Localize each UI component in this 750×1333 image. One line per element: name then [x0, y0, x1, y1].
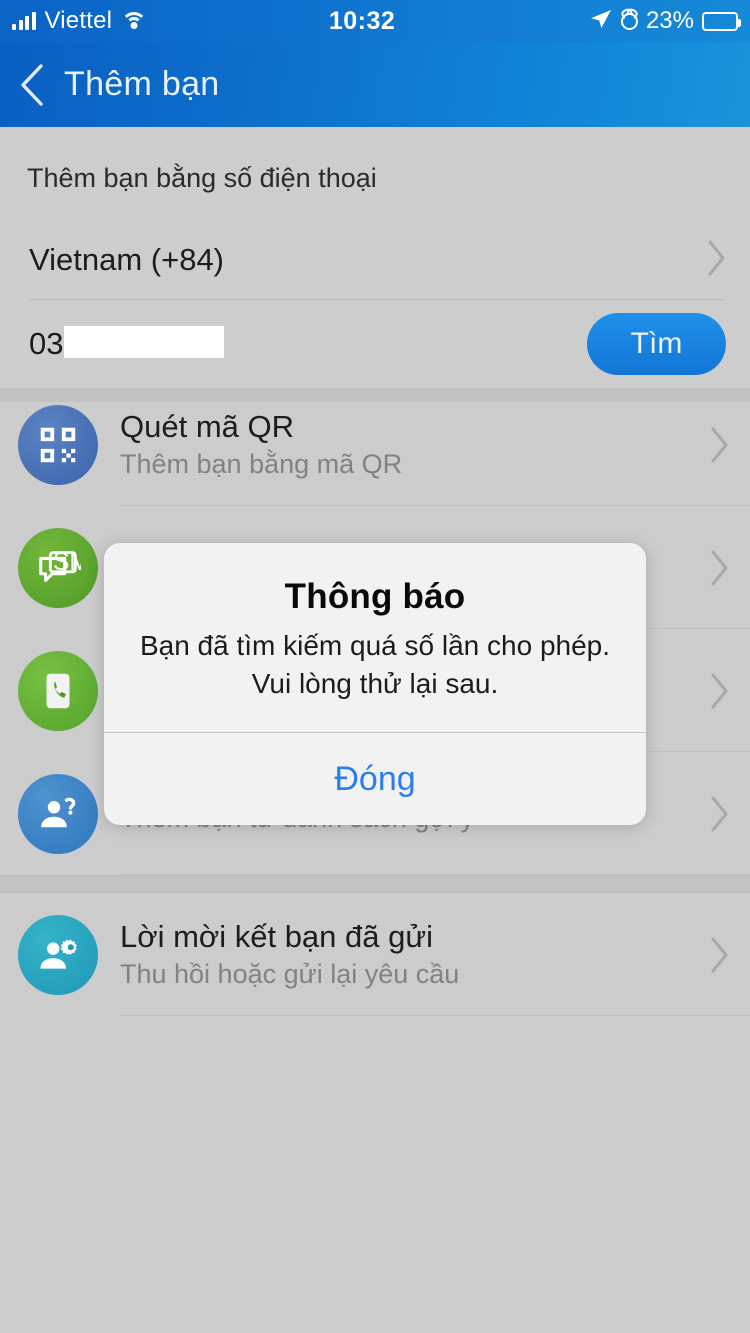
signal-bars-icon [12, 12, 36, 30]
add-by-phone-panel: Thêm bạn bằng số điện thoại Vietnam (+84… [0, 127, 750, 402]
list-item-subtitle: Thu hồi hoặc gửi lại yêu cầu [120, 959, 460, 989]
chevron-right-icon [690, 426, 750, 464]
carrier-label: Viettel [44, 7, 113, 34]
row-divider [29, 299, 724, 300]
list-item[interactable]: Lời mời kết bạn đã gửi Thu hồi hoặc gửi … [0, 893, 750, 1016]
svg-text:SMS: SMS [53, 547, 81, 575]
alert-dialog-body: Thông báo Bạn đã tìm kiếm quá số lần cho… [104, 543, 646, 732]
status-bar-left: Viettel [0, 7, 148, 35]
phone-prefix-text: 03 [29, 326, 64, 361]
alert-dialog-message: Bạn đã tìm kiếm quá số lần cho phép. Vui… [138, 627, 612, 702]
chevron-right-icon [690, 936, 750, 974]
list-item-text: Lời mời kết bạn đã gửi Thu hồi hoặc gửi … [120, 921, 690, 988]
close-dialog-button[interactable]: Đóng [104, 733, 646, 825]
alert-message-line-2: Vui lòng thử lại sau. [251, 667, 499, 699]
redaction-overlay [64, 326, 225, 358]
battery-percent-label: 23% [645, 7, 694, 34]
qr-code-icon [18, 404, 98, 485]
back-button[interactable] [0, 62, 64, 108]
list-item-title: Lời mời kết bạn đã gửi [120, 919, 433, 954]
status-bar-clock: 10:32 [328, 6, 396, 35]
phone-input-row: 03 Tìm [0, 300, 750, 388]
list-item-text: Quét mã QR Thêm bạn bằng mã QR [120, 411, 690, 478]
phone-number-input[interactable]: 03 [29, 326, 225, 362]
alert-dialog-title: Thông báo [284, 577, 466, 616]
person-question-icon [18, 773, 98, 854]
chevron-right-icon [690, 672, 750, 710]
location-arrow-icon [589, 7, 613, 36]
page-title: Thêm bạn [64, 65, 220, 103]
alert-dialog: Thông báo Bạn đã tìm kiếm quá số lần cho… [104, 543, 646, 826]
chevron-right-icon [690, 549, 750, 587]
chevron-right-icon [690, 795, 750, 833]
status-bar-right: 23% [589, 7, 750, 36]
panel-heading: Thêm bạn bằng số điện thoại [27, 163, 377, 193]
row-divider [120, 1015, 750, 1016]
country-selector-row[interactable]: Vietnam (+84) [0, 220, 750, 300]
sms-message-icon: SMS [18, 527, 98, 608]
list-item-title: Quét mã QR [120, 409, 294, 444]
list-item-subtitle: Thêm bạn bằng mã QR [120, 449, 403, 479]
alarm-clock-icon [620, 12, 638, 30]
chevron-right-icon [706, 239, 728, 282]
alert-message-line-1: Bạn đã tìm kiếm quá số lần cho phép. [139, 630, 611, 661]
nav-bar: Thêm bạn [0, 42, 750, 127]
search-button[interactable]: Tìm [587, 313, 726, 375]
person-gear-icon [18, 914, 98, 995]
section-separator [0, 875, 750, 893]
list-item[interactable]: Quét mã QR Thêm bạn bằng mã QR [0, 383, 750, 506]
country-value: Vietnam (+84) [29, 242, 225, 277]
phone-screen: Viettel 10:32 23% Thêm bạn Thêm bạn bằng… [0, 0, 750, 1333]
phone-contact-icon [18, 650, 98, 731]
chevron-left-icon [15, 62, 49, 108]
status-bar: Viettel 10:32 23% [0, 0, 750, 42]
battery-icon [702, 11, 741, 31]
